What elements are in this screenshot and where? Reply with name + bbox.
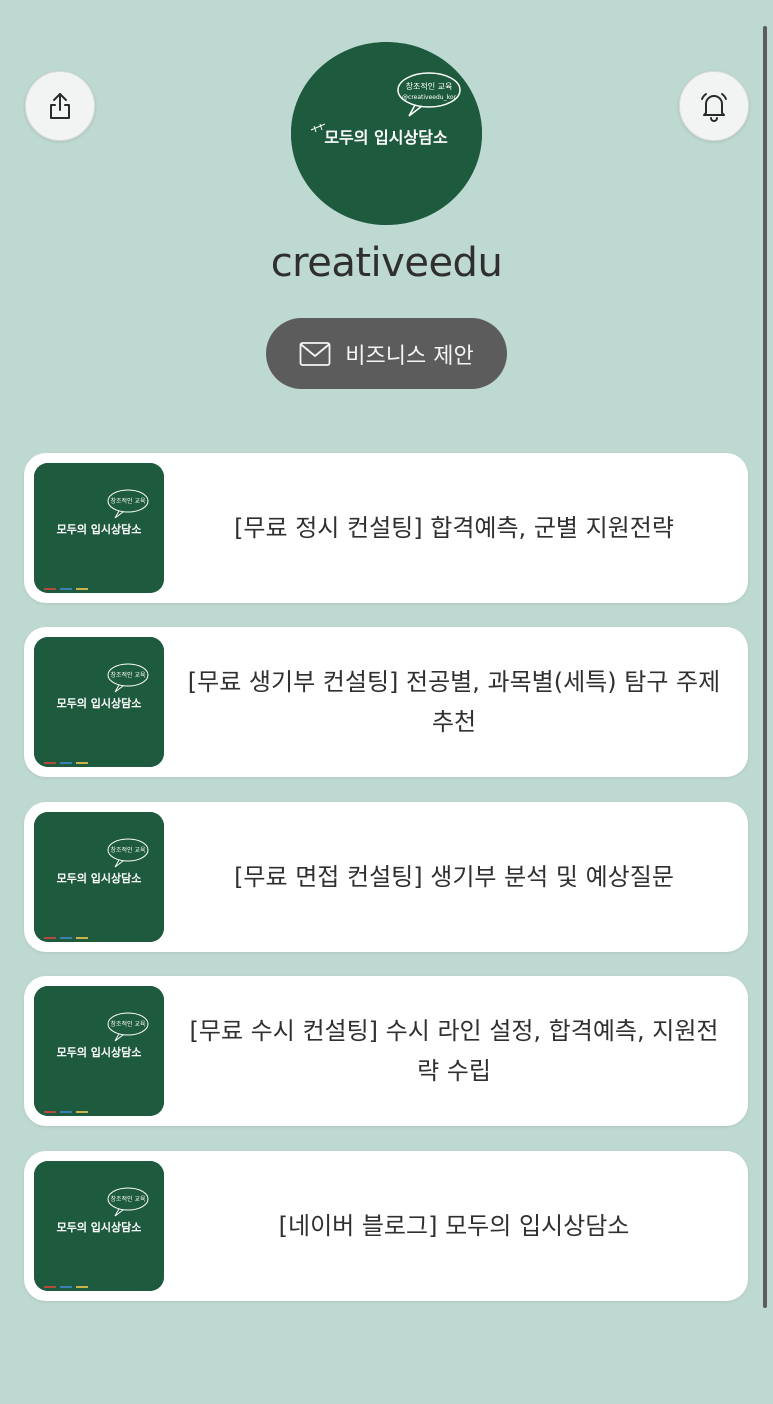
business-proposal-label: 비즈니스 제안 bbox=[345, 343, 474, 369]
link-card-3[interactable]: 창조적인 교육 모두의 입시상담소 [무료 면접 컨설팅] 생기부 분석 및 예… bbox=[24, 802, 748, 952]
link-thumbnail: 창조적인 교육 모두의 입시상담소 bbox=[34, 812, 164, 942]
notification-button[interactable] bbox=[679, 71, 749, 141]
link-thumbnail: 창조적인 교육 모두의 입시상담소 bbox=[34, 637, 164, 767]
link-title: [네이버 블로그] 모두의 입시상담소 bbox=[278, 1212, 630, 1240]
thumb-bubble: 창조적인 교육 bbox=[110, 671, 146, 679]
logo-bubble-line2: @creativeedu_kor bbox=[402, 94, 456, 101]
thumb-title: 모두의 입시상담소 bbox=[57, 696, 142, 710]
link-title: [무료 정시 컨설팅] 합격예측, 군별 지원전략 bbox=[234, 514, 674, 542]
mail-icon bbox=[299, 341, 331, 366]
link-title: [무료 생기부 컨설팅] 전공별, 과목별(세특) 탐구 주제 추천 bbox=[187, 668, 721, 736]
thumb-title: 모두의 입시상담소 bbox=[57, 1220, 142, 1234]
link-card-5[interactable]: 창조적인 교육 모두의 입시상담소 [네이버 블로그] 모두의 입시상담소 bbox=[24, 1151, 748, 1301]
link-title: [무료 수시 컨설팅] 수시 라인 설정, 합격예측, 지원전략 수립 bbox=[189, 1017, 719, 1085]
link-card-4[interactable]: 창조적인 교육 모두의 입시상담소 [무료 수시 컨설팅] 수시 라인 설정, … bbox=[24, 976, 748, 1126]
thumb-title: 모두의 입시상담소 bbox=[57, 1045, 142, 1059]
logo-title: 모두의 입시상담소 bbox=[324, 128, 448, 147]
share-button[interactable] bbox=[25, 71, 95, 141]
link-thumbnail: 창조적인 교육 모두의 입시상담소 bbox=[34, 463, 164, 593]
profile-name: creativeedu bbox=[270, 240, 503, 286]
thumb-bubble: 창조적인 교육 bbox=[110, 1195, 146, 1203]
thumb-bubble: 창조적인 교육 bbox=[110, 1020, 146, 1028]
thumb-title: 모두의 입시상담소 bbox=[57, 522, 142, 536]
profile-avatar: 창조적인 교육 @creativeedu_kor 모두의 입시상담소 bbox=[291, 42, 482, 225]
page-scrollbar[interactable] bbox=[763, 26, 767, 1308]
link-title: [무료 면접 컨설팅] 생기부 분석 및 예상질문 bbox=[234, 863, 674, 891]
bell-icon bbox=[701, 93, 727, 122]
link-card-2[interactable]: 창조적인 교육 모두의 입시상담소 [무료 생기부 컨설팅] 전공별, 과목별(… bbox=[24, 627, 748, 777]
thumb-bubble: 창조적인 교육 bbox=[110, 846, 146, 854]
business-proposal-button[interactable]: 비즈니스 제안 bbox=[266, 318, 507, 389]
link-card-1[interactable]: 창조적인 교육 모두의 입시상담소 [무료 정시 컨설팅] 합격예측, 군별 지… bbox=[24, 453, 748, 603]
thumb-title: 모두의 입시상담소 bbox=[57, 871, 142, 885]
link-thumbnail: 창조적인 교육 모두의 입시상담소 bbox=[34, 1161, 164, 1291]
link-thumbnail: 창조적인 교육 모두의 입시상담소 bbox=[34, 986, 164, 1116]
logo-bubble-line1: 창조적인 교육 bbox=[406, 81, 453, 91]
share-icon bbox=[50, 93, 70, 119]
thumb-bubble: 창조적인 교육 bbox=[110, 497, 146, 505]
